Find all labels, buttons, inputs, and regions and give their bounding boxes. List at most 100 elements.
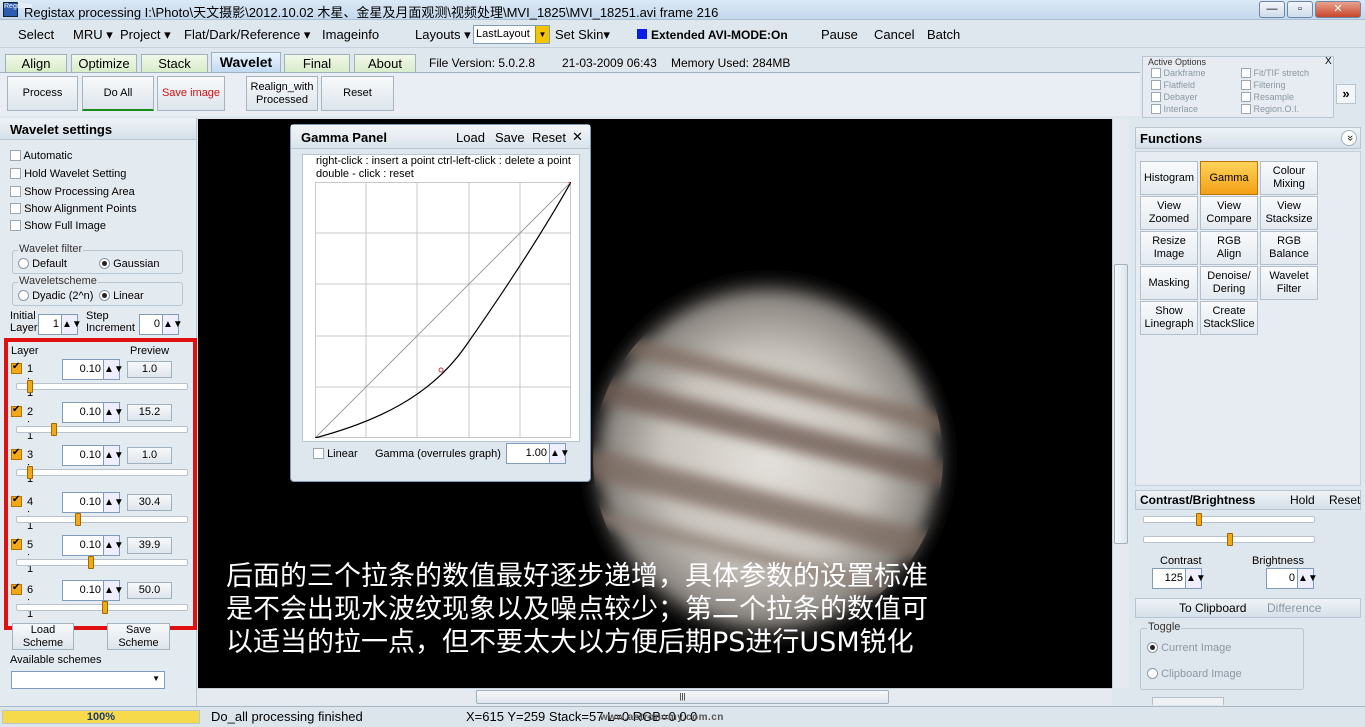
option-checkbox[interactable] (1241, 104, 1251, 114)
spinner-arrows-icon[interactable]: ▲▼ (103, 581, 124, 600)
menu-layouts[interactable]: Layouts ▾ (411, 26, 475, 44)
brightness-slider[interactable] (1143, 533, 1315, 546)
layer-sharpen-slider[interactable] (16, 556, 188, 569)
option-show-processing-area[interactable]: Show Processing Area (10, 186, 135, 198)
show-processing-area-checkbox[interactable] (10, 186, 21, 197)
layout-select[interactable]: LastLayout ▼ (473, 25, 550, 44)
layer-preview-button[interactable]: 50.0 (127, 582, 172, 599)
load-scheme-button[interactable]: Load Scheme (12, 623, 74, 650)
option-automatic[interactable]: Automatic (10, 150, 72, 162)
spinner-arrows-icon[interactable]: ▲▼ (103, 360, 124, 379)
cb-hold-button[interactable]: Hold (1290, 493, 1315, 507)
rgb-align-button[interactable]: RGB Align (1200, 231, 1258, 265)
option-show-full-image[interactable]: Show Full Image (10, 220, 106, 232)
gamma-graph-area[interactable]: right-click : insert a point ctrl-left-c… (302, 154, 580, 442)
filter-gaussian-radio[interactable] (99, 258, 110, 269)
spinner-arrows-icon[interactable]: ▲▼ (1297, 569, 1318, 588)
active-options-close-icon[interactable]: X (1325, 56, 1332, 67)
scheme-dyadic-radio[interactable] (18, 290, 29, 301)
show-linegraph-button[interactable]: Show Linegraph (1140, 301, 1198, 335)
layer-enable-checkbox[interactable] (11, 447, 22, 460)
slider-thumb[interactable] (1196, 513, 1202, 526)
layer-sharpen-slider[interactable] (16, 601, 188, 614)
tab-align[interactable]: Align (5, 54, 67, 73)
filter-gaussian-option[interactable]: Gaussian (99, 258, 160, 270)
brightness-spinner[interactable]: 0 ▲▼ (1266, 568, 1318, 589)
functions-collapse-icon[interactable]: » (1341, 130, 1357, 146)
layer-denoise-spinner[interactable]: 0.10 ▲▼ (62, 535, 124, 556)
view-stacksize-button[interactable]: View Stacksize (1260, 196, 1318, 230)
vertical-scroll-thumb[interactable] (1114, 264, 1128, 544)
layer-denoise-spinner[interactable]: 0.10 ▲▼ (62, 445, 124, 466)
layer-denoise-spinner[interactable]: 0.10 ▲▼ (62, 402, 124, 423)
layer-enable-checkbox[interactable] (11, 361, 22, 374)
layer-denoise-spinner[interactable]: 0.10 ▲▼ (62, 359, 124, 380)
realign-button[interactable]: Realign_with Processed (246, 76, 318, 111)
histogram-button[interactable]: Histogram (1140, 161, 1198, 195)
option-checkbox[interactable] (1151, 92, 1161, 102)
denoise-dering-button[interactable]: Denoise/Dering (1200, 266, 1258, 300)
view-zoomed-button[interactable]: View Zoomed (1140, 196, 1198, 230)
spinner-arrows-icon[interactable]: ▲▼ (103, 493, 124, 512)
layer-enable-checkbox[interactable] (11, 494, 22, 507)
gamma-linear-option[interactable]: Linear (313, 448, 358, 460)
tab-wavelet[interactable]: Wavelet (211, 52, 281, 73)
spinner-arrows-icon[interactable]: ▲▼ (103, 403, 124, 422)
layer-sharpen-slider[interactable] (16, 423, 188, 436)
spinner-arrows-icon[interactable]: ▲▼ (103, 536, 124, 555)
step-increment-spinner[interactable]: 0 ▲▼ (139, 314, 183, 335)
layer-preview-button[interactable]: 30.4 (127, 494, 172, 511)
horizontal-scrollbar[interactable]: ||| (198, 688, 1112, 705)
layer-sharpen-slider[interactable] (16, 466, 188, 479)
slider-thumb[interactable] (88, 556, 94, 569)
menu-project[interactable]: Project ▾ (116, 26, 175, 44)
gamma-value-spinner[interactable]: 1.00 ▲▼ (506, 443, 570, 464)
clipboard-image-option[interactable]: Clipboard Image (1147, 668, 1242, 680)
layer-preview-button[interactable]: 1.0 (127, 447, 172, 464)
process-button[interactable]: Process (7, 76, 78, 111)
layer-enable-checkbox[interactable] (11, 582, 22, 595)
avi-mode-label[interactable]: Extended AVI-MODE:On (651, 28, 788, 42)
create-stackslice-button[interactable]: Create StackSlice (1200, 301, 1258, 335)
layer-preview-button[interactable]: 1.0 (127, 361, 172, 378)
scheme-linear-radio[interactable] (99, 290, 110, 301)
layer-preview-button[interactable]: 39.9 (127, 537, 172, 554)
vertical-scrollbar[interactable] (1112, 119, 1129, 688)
active-options-expand-icon[interactable]: » (1336, 84, 1356, 104)
gamma-load-button[interactable]: Load (456, 130, 485, 145)
tab-optimize[interactable]: Optimize (71, 54, 137, 73)
slider-thumb[interactable] (27, 380, 33, 393)
option-checkbox[interactable] (1241, 92, 1251, 102)
option-checkbox[interactable] (1151, 68, 1161, 78)
resize-image-button[interactable]: Resize Image (1140, 231, 1198, 265)
filter-default-option[interactable]: Default (18, 258, 67, 270)
clipboard-action-button[interactable] (1152, 697, 1224, 705)
show-full-image-checkbox[interactable] (10, 220, 21, 231)
layer-enable-checkbox[interactable] (11, 537, 22, 550)
reset-button[interactable]: Reset (321, 76, 394, 111)
hold-wavelet-checkbox[interactable] (10, 168, 21, 179)
automatic-checkbox[interactable] (10, 150, 21, 161)
layer-sharpen-slider[interactable] (16, 380, 188, 393)
option-checkbox[interactable] (1151, 104, 1161, 114)
minimize-button[interactable]: — (1259, 1, 1285, 18)
slider-thumb[interactable] (1227, 533, 1233, 546)
rgb-balance-button[interactable]: RGB Balance (1260, 231, 1318, 265)
layer-denoise-spinner[interactable]: 0.10 ▲▼ (62, 492, 124, 513)
spinner-arrows-icon[interactable]: ▲▼ (162, 315, 183, 334)
difference-button[interactable]: Difference (1267, 601, 1321, 615)
do-all-button[interactable]: Do All (82, 76, 154, 111)
gamma-close-icon[interactable]: ✕ (572, 129, 583, 145)
save-scheme-button[interactable]: Save Scheme (107, 623, 170, 650)
filter-default-radio[interactable] (18, 258, 29, 269)
tab-final[interactable]: Final (284, 54, 350, 73)
option-checkbox[interactable] (1241, 80, 1251, 90)
gamma-control-point[interactable] (438, 367, 444, 373)
layer-enable-checkbox[interactable] (11, 404, 22, 417)
colour-mixing-button[interactable]: Colour Mixing (1260, 161, 1318, 195)
layer-preview-button[interactable]: 15.2 (127, 404, 172, 421)
menu-select[interactable]: Select (14, 26, 58, 43)
menu-flat-dark-reference[interactable]: Flat/Dark/Reference ▾ (180, 26, 314, 44)
spinner-arrows-icon[interactable]: ▲▼ (103, 446, 124, 465)
tab-stack[interactable]: Stack (141, 54, 208, 73)
